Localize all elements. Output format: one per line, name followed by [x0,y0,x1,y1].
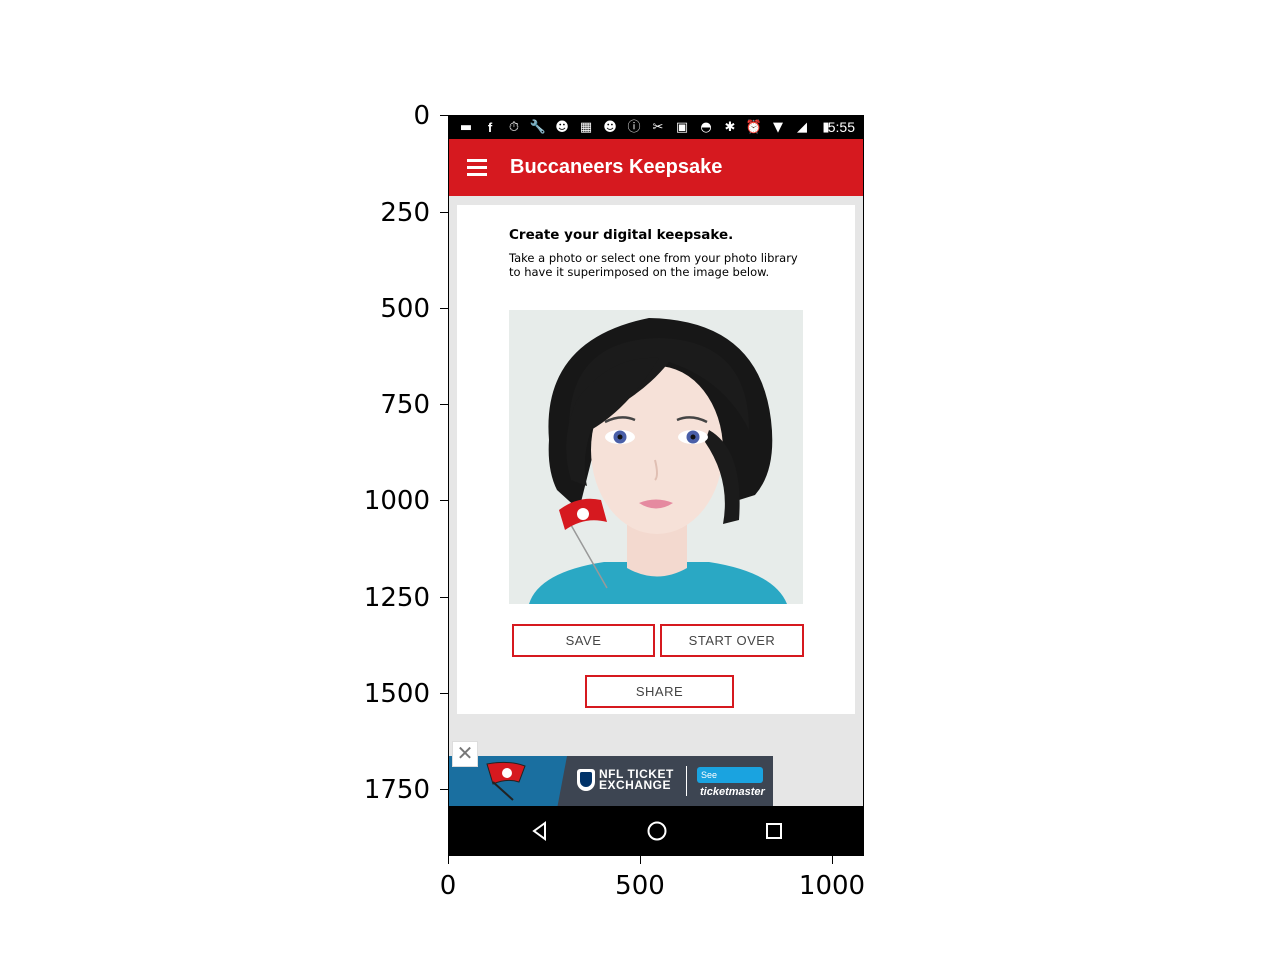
ad-headline: NFL TICKET EXCHANGE [599,768,674,792]
y-tick-label: 0 [413,101,430,131]
ad-banner[interactable]: NFL TICKET EXCHANGE See ticketmaster [449,756,773,806]
card-description: Take a photo or select one from your pho… [509,251,798,279]
status-bar: ▬ f ⏱ 🔧 ☻ ▦ ☻ ⓘ ✂ ▣ ◓ ✱ ⏰ ▼ ◢ ▮ 5:55 [449,116,863,139]
app-title: Buccaneers Keepsake [510,156,723,178]
app-bar: Buccaneers Keepsake [449,139,863,196]
wrench-icon: 🔧 [529,120,547,135]
start-over-button[interactable]: START OVER [660,624,804,657]
back-icon[interactable] [529,820,551,842]
ad-brand: ticketmaster [700,786,765,798]
y-tick-label: 1000 [363,486,430,516]
y-tick-label: 1500 [363,679,430,709]
y-tick-label: 750 [380,390,430,420]
smiley-icon: ☻ [603,120,617,135]
y-tick [440,789,448,790]
y-tick [440,212,448,213]
card-heading: Create your digital keepsake. [509,227,734,243]
y-tick [440,115,448,116]
smiley-icon: ☻ [555,120,569,135]
timer-icon: ⏱ [508,120,520,135]
avatar-illustration [529,318,787,604]
ad-line-2: EXCHANGE [599,778,672,792]
alarm-icon: ⏰ [745,120,763,135]
x-tick-label: 1000 [798,871,866,901]
y-tick [440,404,448,405]
tools-icon: ✂ [652,120,664,135]
x-tick [832,856,833,864]
hamburger-menu-icon[interactable] [467,159,487,176]
info-icon: ⓘ [627,120,641,135]
close-icon[interactable]: ✕ [452,741,478,767]
status-time: 5:55 [827,119,855,135]
status-icons: ▬ f ⏱ 🔧 ☻ ▦ ☻ ⓘ ✂ ▣ ◓ ✱ ⏰ ▼ ◢ ▮ [457,118,835,137]
ad-see-badge: See [697,767,763,783]
x-tick-label: 500 [615,871,665,901]
y-tick-label: 1750 [363,775,430,805]
x-tick [640,856,641,864]
y-tick [440,597,448,598]
wifi-icon: ▼ [773,120,783,135]
figure: 0 250 500 750 1000 1250 1500 1750 0 500 … [0,0,1280,960]
x-tick-label: 0 [439,871,457,901]
keepsake-image[interactable] [509,310,803,604]
x-tick [448,856,449,864]
home-icon[interactable] [646,820,668,842]
y-tick [440,308,448,309]
chat-icon: ▬ [459,120,473,135]
y-tick-label: 250 [380,198,430,228]
ad-divider [686,766,687,796]
save-button[interactable]: SAVE [512,624,655,657]
nav-bar [449,806,863,855]
android-icon: ◓ [700,120,712,135]
content-card: Create your digital keepsake. Take a pho… [457,205,855,714]
y-tick-label: 1250 [363,583,430,613]
nfl-shield-icon [577,769,595,791]
bluetooth-icon: ✱ [724,120,736,135]
image-icon: ▦ [579,120,593,135]
no-signal-icon: ◢ [797,120,807,135]
y-tick-label: 500 [380,294,430,324]
recents-icon[interactable] [763,820,785,842]
phone-screen: ▬ f ⏱ 🔧 ☻ ▦ ☻ ⓘ ✂ ▣ ◓ ✱ ⏰ ▼ ◢ ▮ 5:55 Buc… [448,115,864,856]
share-button[interactable]: SHARE [585,675,734,708]
y-tick [440,500,448,501]
facebook-icon: f [487,120,493,135]
y-tick [440,693,448,694]
lock-icon: ▣ [675,120,689,135]
